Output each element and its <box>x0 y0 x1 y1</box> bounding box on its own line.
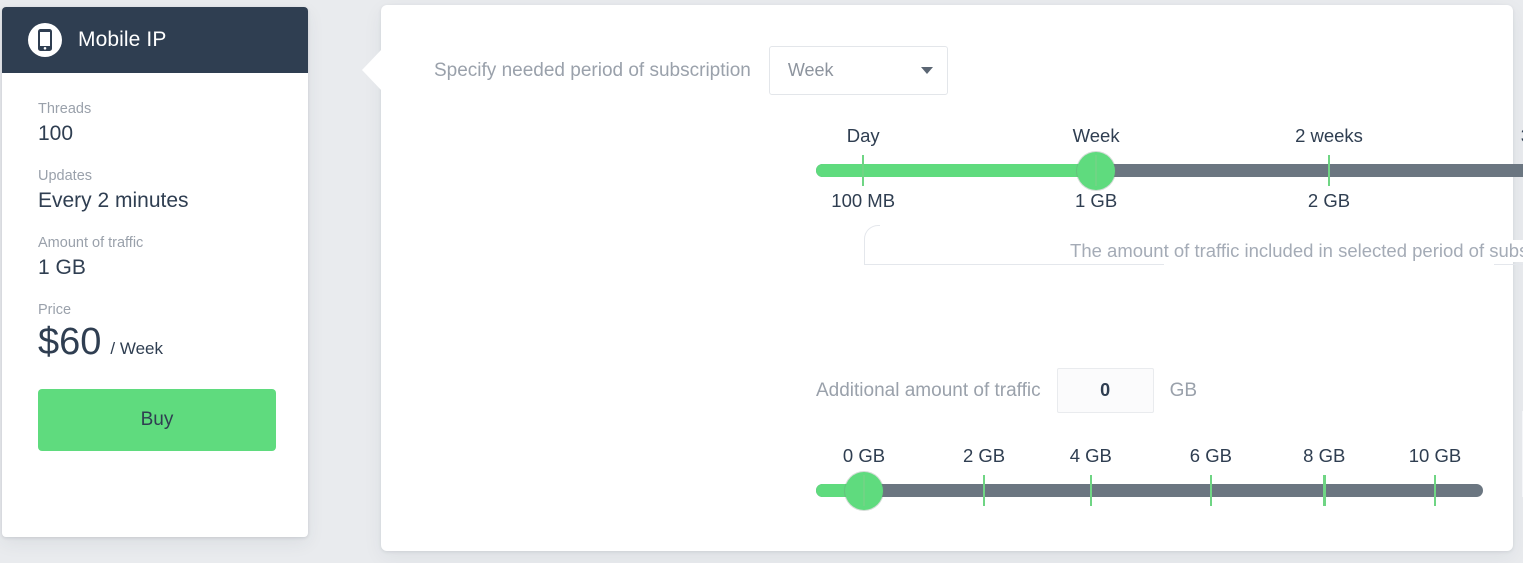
slider-tick-top-label: 6 GB <box>1189 445 1232 466</box>
panel-arrow-pointer-icon <box>362 49 382 91</box>
spec-item-updates: Updates Every 2 minutes <box>38 168 272 213</box>
spec-label: Amount of traffic <box>38 235 144 251</box>
additional-traffic-input[interactable] <box>1056 368 1154 413</box>
period-select-value: Week <box>787 60 834 80</box>
price-block: $60 / Week <box>38 323 272 361</box>
additional-traffic-row: Additional amount of traffic GB <box>816 368 1197 413</box>
spec-value: 100 <box>38 122 74 145</box>
slider-tick-bottom-label: 1 GB <box>1075 190 1118 211</box>
slider-tick-top-label: 2 weeks <box>1295 125 1363 146</box>
slider-tick <box>1327 155 1331 186</box>
period-slider-track-row[interactable] <box>816 151 1523 190</box>
slider-tick-top-label: Week <box>1072 125 1120 146</box>
slider-tick-top-label: 2 GB <box>962 445 1006 466</box>
slider-tick <box>1323 475 1326 506</box>
slider-tick <box>982 475 986 506</box>
spec-item-price: Price $60 / Week <box>38 302 272 361</box>
slider-tick-top-label: Day <box>846 125 880 146</box>
slider-tick-top-label: 4 GB <box>1069 445 1112 466</box>
slider-tick-bottom-label: 2 GB <box>1307 190 1351 211</box>
spec-label: Updates <box>38 168 93 184</box>
price-amount: $60 <box>38 321 102 363</box>
additional-traffic-slider[interactable]: 0 GB 2 GB 4 GB 6 GB 8 GB 10 GB <box>816 445 1483 525</box>
period-label: Specify needed period of subscription <box>434 59 751 81</box>
period-slider[interactable]: Day100 MBWeek1 GB2 weeks2 GB3 weeks3 GBM… <box>816 125 1523 225</box>
slider-tick <box>861 155 865 186</box>
slider-tick <box>1089 475 1093 506</box>
slider-tick <box>862 475 866 506</box>
spec-value: Every 2 minutes <box>38 189 189 212</box>
additional-traffic-label: Additional amount of traffic <box>816 379 1041 401</box>
spec-label: Threads <box>38 101 92 117</box>
price-label: Price <box>38 302 72 318</box>
bracket-note-text: The amount of traffic included in select… <box>1056 240 1523 262</box>
page-title: Mobile IP <box>78 28 167 51</box>
slider-tick-top-label: 8 GB <box>1303 445 1346 466</box>
buy-button[interactable]: Buy <box>38 389 276 451</box>
spec-item-traffic: Amount of traffic 1 GB <box>38 235 272 280</box>
spec-item-threads: Threads 100 <box>38 101 272 146</box>
product-card: Mobile IP Threads 100 Updates Every 2 mi… <box>2 7 308 537</box>
slider-tick-top-label: 0 GB <box>842 445 886 466</box>
slider-tick <box>1094 155 1098 186</box>
subscription-configurator-panel: Specify needed period of subscription We… <box>362 5 1523 551</box>
extra-slider-track-row[interactable] <box>816 471 1483 510</box>
product-specs-list: Threads 100 Updates Every 2 minutes Amou… <box>2 73 308 451</box>
price-period: / Week <box>110 339 163 358</box>
additional-traffic-unit: GB <box>1169 379 1198 401</box>
slider-tick <box>1209 475 1213 506</box>
slider-tick-bottom-label: 100 MB <box>831 190 896 211</box>
mobile-phone-icon <box>28 23 62 57</box>
period-slider-fill <box>816 164 1097 177</box>
chevron-down-icon <box>920 67 933 74</box>
period-select[interactable]: Week <box>768 46 948 95</box>
traffic-bracket-note: The amount of traffic included in select… <box>864 225 1523 279</box>
slider-tick-top-label: 10 GB <box>1408 445 1462 466</box>
product-card-header: Mobile IP <box>2 7 308 73</box>
extra-slider-track[interactable] <box>816 484 1483 497</box>
spec-value: 1 GB <box>38 256 86 279</box>
slider-tick <box>1433 475 1437 506</box>
period-selection-row: Specify needed period of subscription We… <box>434 46 948 95</box>
